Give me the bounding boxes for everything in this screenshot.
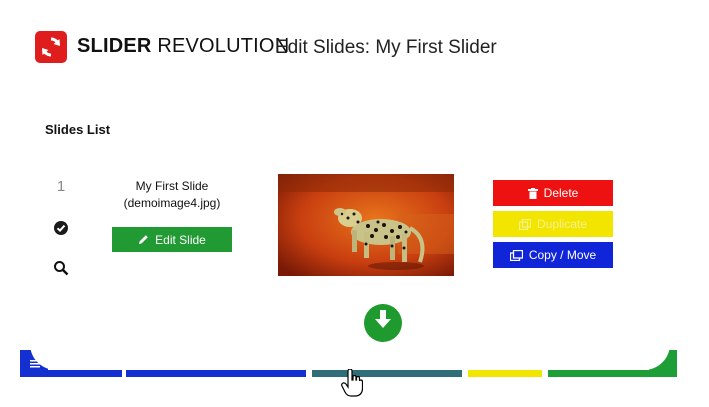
brand-light: REVOLUTION <box>157 35 290 57</box>
toolbar-segment-blue[interactable] <box>126 370 306 377</box>
toolbar-segment-green[interactable] <box>548 370 658 377</box>
copy-icon <box>518 218 531 230</box>
edit-slide-button[interactable]: Edit Slide <box>112 227 232 252</box>
duplicate-label: Duplicate <box>536 217 588 231</box>
add-slide-button[interactable] <box>364 304 402 342</box>
leopard-image <box>278 174 454 276</box>
brand-name: SLIDER REVOLUTION <box>77 35 289 58</box>
slides-list-title: Slides List <box>45 122 111 137</box>
hand-cursor-icon <box>341 369 363 397</box>
duplicate-button[interactable]: Duplicate <box>493 211 613 237</box>
slide-name: My First Slide <box>135 179 209 193</box>
toolbar-segment-blue-left[interactable] <box>42 370 122 377</box>
toolbar-overlay <box>30 344 670 370</box>
brand-bold: SLIDER <box>77 35 152 57</box>
arrow-down-icon <box>375 310 391 328</box>
delete-label: Delete <box>543 186 579 200</box>
slide-thumbnail[interactable] <box>278 174 454 276</box>
search-icon[interactable] <box>53 260 69 276</box>
pencil-icon <box>139 235 148 244</box>
check-circle-icon[interactable] <box>53 220 69 236</box>
refresh-icon <box>42 37 60 57</box>
toolbar-segment-yellow[interactable] <box>468 370 542 377</box>
page-title: Edit Slides: My First Slider <box>275 37 497 58</box>
slide-image-name: (demoimage4.jpg) <box>123 196 221 210</box>
copy-move-label: Copy / Move <box>528 248 597 262</box>
delete-button[interactable]: Delete <box>493 180 613 206</box>
slider-revolution-logo <box>35 31 67 63</box>
edit-slide-label: Edit Slide <box>155 232 206 247</box>
slide-number: 1 <box>56 178 66 195</box>
copy-move-icon <box>509 249 523 261</box>
copy-move-button[interactable]: Copy / Move <box>493 242 613 268</box>
toolbar-segment-teal[interactable] <box>312 370 462 377</box>
trash-icon <box>527 187 538 199</box>
slide-info: My First Slide (demoimage4.jpg) <box>112 178 232 212</box>
